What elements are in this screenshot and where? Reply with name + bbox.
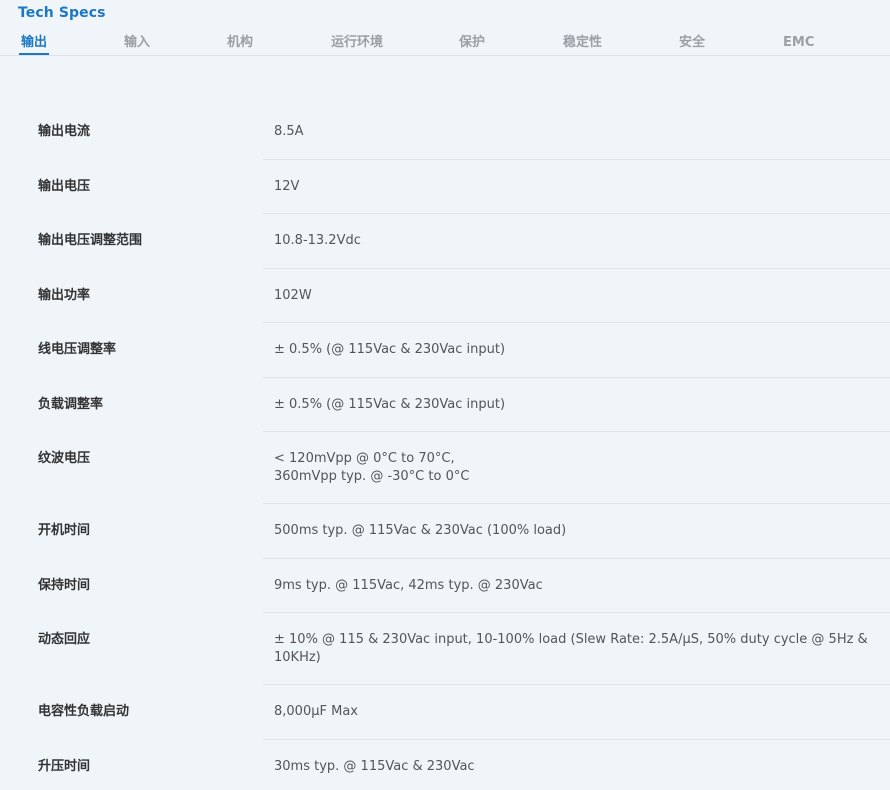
tab-mechanical[interactable]: 机构 (227, 34, 253, 52)
spec-row: 负载调整率 ± 0.5% (@ 115Vac & 230Vac input) (0, 378, 890, 433)
spec-row: 输出电压调整范围 10.8-13.2Vdc (0, 214, 890, 269)
spec-value: ± 0.5% (@ 115Vac & 230Vac input) (274, 396, 506, 412)
tab-emc[interactable]: EMC (783, 34, 814, 52)
spec-label: 纹波电压 (38, 451, 91, 466)
spec-row: 输出电流 8.5A (0, 105, 890, 160)
tab-output[interactable]: 输出 (18, 34, 50, 55)
spec-label: 保持时间 (38, 577, 91, 593)
spec-row: 电容性负载启动 8,000µF Max (0, 685, 890, 740)
spec-label: 输出功率 (38, 287, 91, 303)
spec-row: 输出功率 102W (0, 269, 890, 324)
spec-value: 102W (274, 287, 312, 303)
spec-label: 开机时间 (38, 523, 91, 538)
tech-specs-page: Tech Specs 输出 输入 机构 运行环境 保护 稳定性 安全 EMC 输… (0, 0, 890, 790)
spec-tabs: 输出 输入 机构 运行环境 保护 稳定性 安全 EMC (0, 33, 890, 56)
spec-label: 升压时间 (38, 758, 91, 774)
spec-value: 8,000µF Max (274, 704, 358, 719)
spec-value: 8.5A (274, 124, 304, 139)
spec-label: 负载调整率 (38, 396, 104, 412)
spec-value: 30ms typ. @ 115Vac & 230Vac (274, 758, 475, 774)
spec-value: 10.8-13.2Vdc (274, 233, 361, 248)
spec-value: < 120mVpp @ 0°C to 70°C, 360mVpp typ. @ … (274, 451, 470, 484)
spec-label: 线电压调整率 (38, 342, 117, 357)
tab-reliability[interactable]: 稳定性 (563, 34, 602, 52)
spec-row: 开机时间 500ms typ. @ 115Vac & 230Vac (100% … (0, 504, 890, 559)
spec-label: 输出电压调整范围 (38, 233, 143, 248)
spec-row: 线电压调整率 ± 0.5% (@ 115Vac & 230Vac input) (0, 323, 890, 378)
tab-protection[interactable]: 保护 (459, 34, 485, 52)
spec-row: 输出电压 12V (0, 160, 890, 215)
tab-environment[interactable]: 运行环境 (331, 34, 383, 52)
spec-row: 动态回应 ± 10% @ 115 & 230Vac input, 10-100%… (0, 613, 890, 685)
spec-label: 动态回应 (38, 632, 91, 647)
spec-row: 保持时间 9ms typ. @ 115Vac, 42ms typ. @ 230V… (0, 559, 890, 614)
spec-label: 输出电压 (38, 178, 91, 194)
tab-safety[interactable]: 安全 (679, 34, 705, 52)
spec-label: 输出电流 (38, 124, 91, 139)
spec-value: ± 10% @ 115 & 230Vac input, 10-100% load… (274, 632, 868, 665)
spec-value: 12V (274, 178, 300, 194)
spec-value: 500ms typ. @ 115Vac & 230Vac (100% load) (274, 523, 567, 538)
tab-input[interactable]: 输入 (124, 34, 150, 52)
spec-label: 电容性负载启动 (38, 704, 130, 719)
spec-row: 升压时间 30ms typ. @ 115Vac & 230Vac (0, 740, 890, 790)
spec-row: 纹波电压 < 120mVpp @ 0°C to 70°C, 360mVpp ty… (0, 432, 890, 504)
spec-value: 9ms typ. @ 115Vac, 42ms typ. @ 230Vac (274, 577, 543, 593)
page-title: Tech Specs (18, 5, 106, 21)
spec-table: 输出电流 8.5A 输出电压 12V 输出电压调整范围 10.8-13.2Vdc… (0, 105, 890, 790)
spec-value: ± 0.5% (@ 115Vac & 230Vac input) (274, 342, 506, 357)
